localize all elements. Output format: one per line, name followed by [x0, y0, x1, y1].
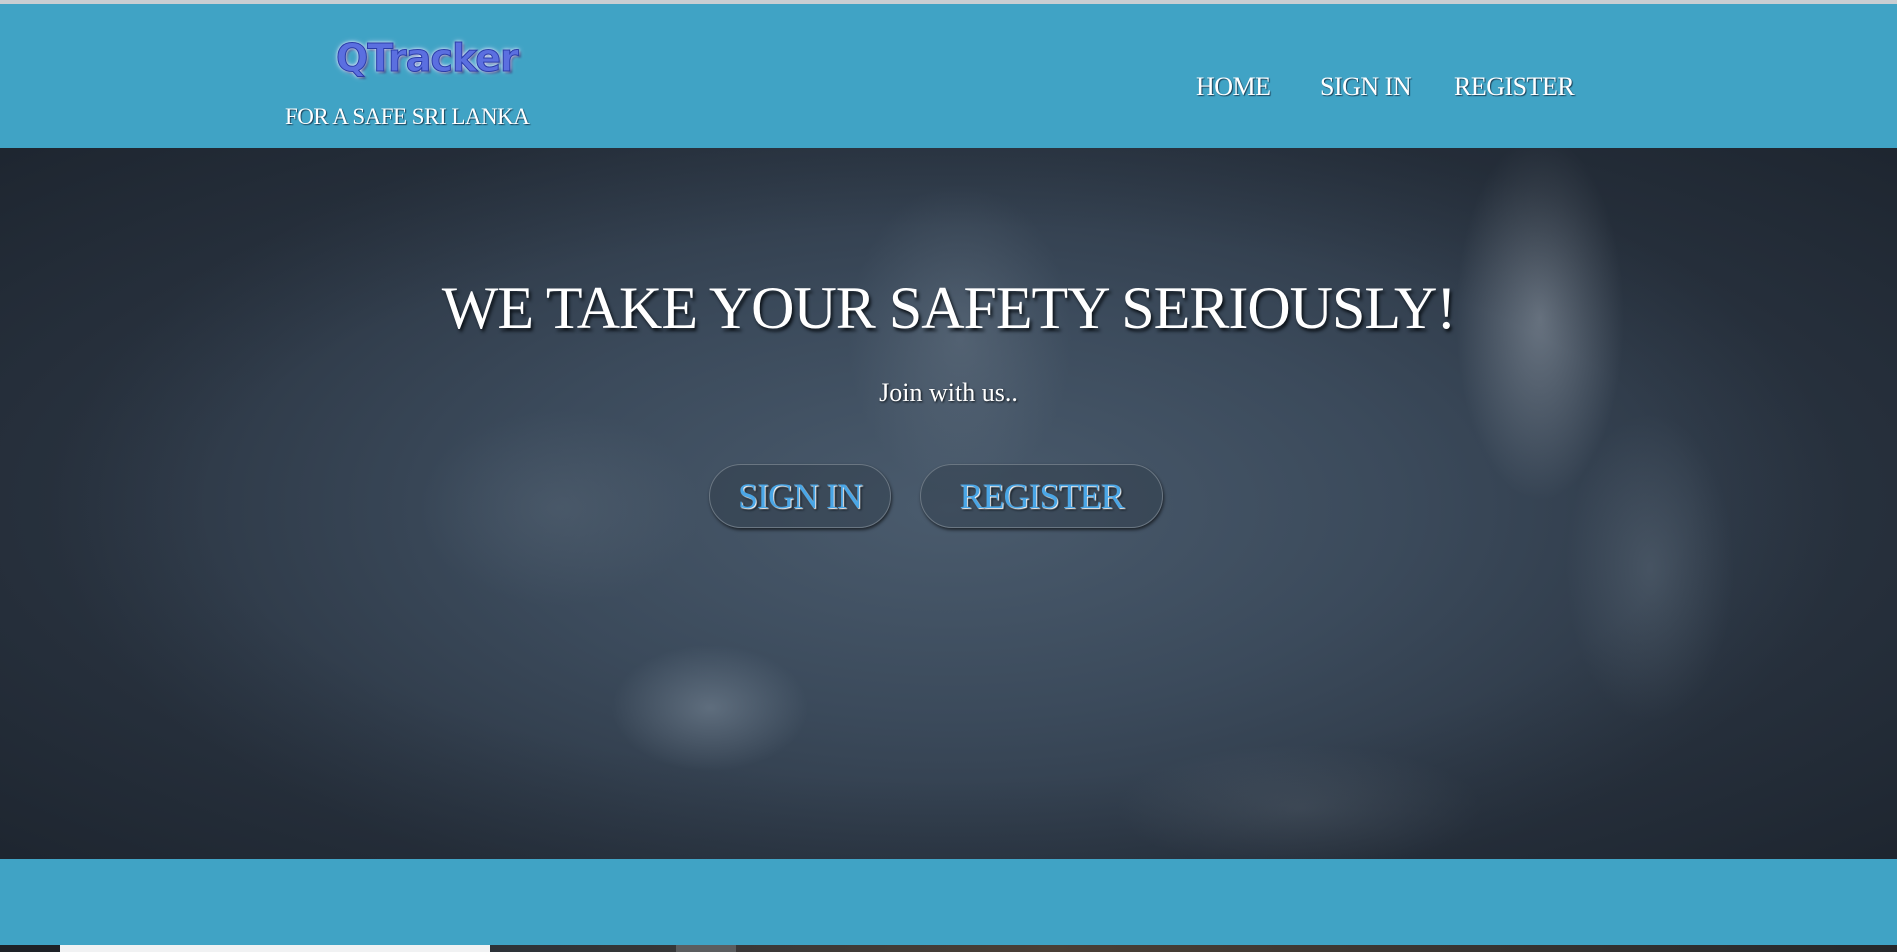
site-header: QTracker FOR A SAFE SRI LANKA HOME SIGN … — [0, 4, 1897, 148]
next-section-marker — [676, 945, 736, 952]
nav-home-link[interactable]: HOME — [1196, 72, 1271, 102]
hero-sign-in-button[interactable]: SIGN IN — [709, 464, 891, 528]
next-section-white-panel — [60, 945, 490, 952]
hero-subtitle: Join with us.. — [879, 378, 1018, 407]
hero-title: WE TAKE YOUR SAFETY SERIOUSLY! — [441, 275, 1457, 341]
hero-section: WE TAKE YOUR SAFETY SERIOUSLY! Join with… — [0, 148, 1897, 859]
nav-register-link[interactable]: REGISTER — [1454, 72, 1575, 102]
hero-register-button[interactable]: REGISTER — [920, 464, 1163, 528]
main-nav: HOME SIGN IN REGISTER — [0, 72, 1897, 112]
section-divider-band — [0, 859, 1897, 945]
nav-sign-in-link[interactable]: SIGN IN — [1320, 72, 1412, 102]
